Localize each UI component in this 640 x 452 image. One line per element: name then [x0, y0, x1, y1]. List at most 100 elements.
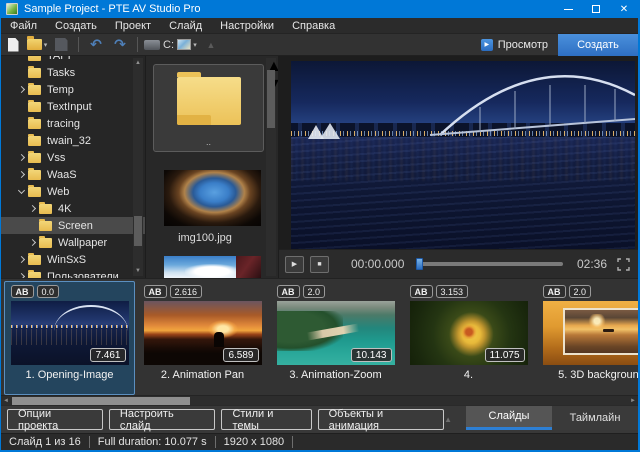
file-name-label: img100.jpg: [146, 232, 264, 244]
transition-time-badge[interactable]: 2.0: [303, 285, 326, 298]
slide-strip: AB 0.0 7.461 1. Opening-Image AB 2.616 6…: [1, 278, 638, 395]
slide-thumbnail[interactable]: 6.589: [144, 301, 262, 365]
scroll-down-icon[interactable]: ▼: [133, 266, 143, 276]
chevron-right-icon[interactable]: [16, 84, 28, 96]
tree-item-web[interactable]: Web: [1, 183, 145, 200]
chevron-right-icon[interactable]: [27, 203, 39, 215]
file-thumbnail-img100[interactable]: [164, 170, 261, 226]
slide-2[interactable]: AB 2.616 6.589 2. Animation Pan: [137, 281, 268, 395]
tab-slides[interactable]: Слайды: [466, 406, 552, 430]
styles-themes-button[interactable]: Стили и темы: [221, 409, 311, 430]
slide-5[interactable]: AB 2.0 1 5. 3D background: [536, 281, 638, 395]
slides-scrollbar-thumb[interactable]: [12, 397, 190, 405]
seek-thumb[interactable]: [416, 258, 423, 270]
chevron-right-icon[interactable]: [16, 152, 28, 164]
open-project-button[interactable]: ▾: [26, 35, 48, 55]
minimize-button[interactable]: [554, 0, 582, 18]
menu-project[interactable]: Проект: [106, 18, 160, 34]
ab-transition-badge[interactable]: AB: [11, 285, 34, 298]
slide-thumbnail[interactable]: 1: [543, 301, 639, 365]
tree-scrollbar-thumb[interactable]: [134, 216, 142, 246]
menu-create[interactable]: Создать: [46, 18, 106, 34]
chevron-right-icon[interactable]: [16, 254, 28, 266]
new-project-button[interactable]: [2, 35, 24, 55]
tree-item-users[interactable]: Пользователи: [1, 268, 145, 278]
tree-item-screen[interactable]: Screen: [1, 217, 145, 234]
redo-button[interactable]: ↷: [109, 35, 131, 55]
sun-art: [588, 314, 606, 328]
slide-thumbnail[interactable]: 10.143: [277, 301, 395, 365]
slide-duration-badge[interactable]: 11.075: [485, 348, 525, 362]
water-art: [291, 137, 635, 249]
slides-scrollbar[interactable]: ◄ ►: [1, 395, 638, 405]
view-mode-button[interactable]: ▾: [176, 35, 198, 55]
scroll-right-icon[interactable]: ►: [628, 396, 638, 406]
ab-transition-badge[interactable]: AB: [277, 285, 300, 298]
slide-duration-badge[interactable]: 7.461: [90, 348, 125, 362]
status-full-duration: Full duration: 10.077 s: [90, 436, 215, 448]
seek-bar[interactable]: [416, 262, 563, 266]
image-icon: [177, 39, 191, 50]
tab-timeline[interactable]: Таймлайн: [552, 406, 638, 430]
scroll-left-icon[interactable]: ◄: [1, 396, 11, 406]
menu-slide[interactable]: Слайд: [160, 18, 211, 34]
preview-button-label: Просмотр: [498, 39, 548, 51]
close-button[interactable]: ✕: [610, 0, 638, 18]
slide-settings-button[interactable]: Настроить слайд: [109, 409, 216, 430]
slide-thumbnail[interactable]: 7.461: [11, 301, 129, 365]
play-button[interactable]: ▶: [285, 256, 304, 273]
file-thumbnail-partial[interactable]: [164, 256, 261, 278]
create-button[interactable]: Создать: [558, 34, 638, 56]
tree-item-4k[interactable]: 4K: [1, 200, 145, 217]
transition-time-badge[interactable]: 3.153: [436, 285, 469, 298]
slide-duration-badge[interactable]: 6.589: [223, 348, 258, 362]
chevron-spacer: [16, 118, 28, 130]
project-options-button[interactable]: Опции проекта: [7, 409, 103, 430]
ab-transition-badge[interactable]: AB: [543, 285, 566, 298]
chevron-down-icon[interactable]: [16, 186, 28, 198]
preview-button[interactable]: ▶ Просмотр: [471, 35, 558, 55]
new-document-icon: [8, 38, 19, 52]
undo-button[interactable]: ↶: [85, 35, 107, 55]
collapse-panel-icon[interactable]: ▲: [444, 415, 452, 424]
tree-item-wallpaper[interactable]: Wallpaper: [1, 234, 145, 251]
transition-time-badge[interactable]: 2.616: [170, 285, 203, 298]
parent-folder-tile[interactable]: ..: [153, 64, 264, 152]
chevron-right-icon[interactable]: [16, 271, 28, 279]
tree-item-tasks[interactable]: Tasks: [1, 64, 145, 81]
slide-duration-badge[interactable]: 10.143: [351, 348, 392, 362]
folder-up-button[interactable]: ▲: [200, 35, 222, 55]
menu-help[interactable]: Справка: [283, 18, 344, 34]
tree-item-textinput[interactable]: TextInput: [1, 98, 145, 115]
slide-4[interactable]: AB 3.153 11.075 4.: [403, 281, 534, 395]
slide-1[interactable]: AB 0.0 7.461 1. Opening-Image: [4, 281, 135, 395]
menu-file[interactable]: Файл: [1, 18, 46, 34]
objects-animation-button[interactable]: Объекты и анимация: [318, 409, 444, 430]
tree-item-tapi[interactable]: TAPI: [1, 56, 145, 64]
stop-button[interactable]: ■: [310, 256, 329, 273]
drive-select-button[interactable]: C:: [144, 35, 174, 55]
tree-item-vss[interactable]: Vss: [1, 149, 145, 166]
menu-settings[interactable]: Настройки: [211, 18, 283, 34]
ab-transition-badge[interactable]: AB: [144, 285, 167, 298]
save-button[interactable]: [50, 35, 72, 55]
transition-time-badge[interactable]: 0.0: [37, 285, 60, 298]
tree-item-waas[interactable]: WaaS: [1, 166, 145, 183]
tree-item-tracing[interactable]: tracing: [1, 115, 145, 132]
slide-thumbnail[interactable]: 11.075: [410, 301, 528, 365]
files-scrollbar[interactable]: ▲ ▼: [266, 58, 276, 276]
transition-time-badge[interactable]: 2.0: [569, 285, 592, 298]
tree-item-twain32[interactable]: twain_32: [1, 132, 145, 149]
slide-3[interactable]: AB 2.0 10.143 3. Animation-Zoom: [270, 281, 401, 395]
tree-item-temp[interactable]: Temp: [1, 81, 145, 98]
chevron-right-icon[interactable]: [16, 169, 28, 181]
tree-item-winsxs[interactable]: WinSxS: [1, 251, 145, 268]
fullscreen-button[interactable]: [617, 258, 630, 271]
tree-scrollbar[interactable]: ▲ ▼: [133, 58, 143, 276]
scroll-up-icon[interactable]: ▲: [133, 58, 143, 68]
footer-toolbar: Опции проекта Настроить слайд Стили и те…: [1, 405, 638, 433]
ab-transition-badge[interactable]: AB: [410, 285, 433, 298]
maximize-button[interactable]: [582, 0, 610, 18]
files-scrollbar-thumb[interactable]: [267, 70, 275, 128]
chevron-right-icon[interactable]: [27, 237, 39, 249]
